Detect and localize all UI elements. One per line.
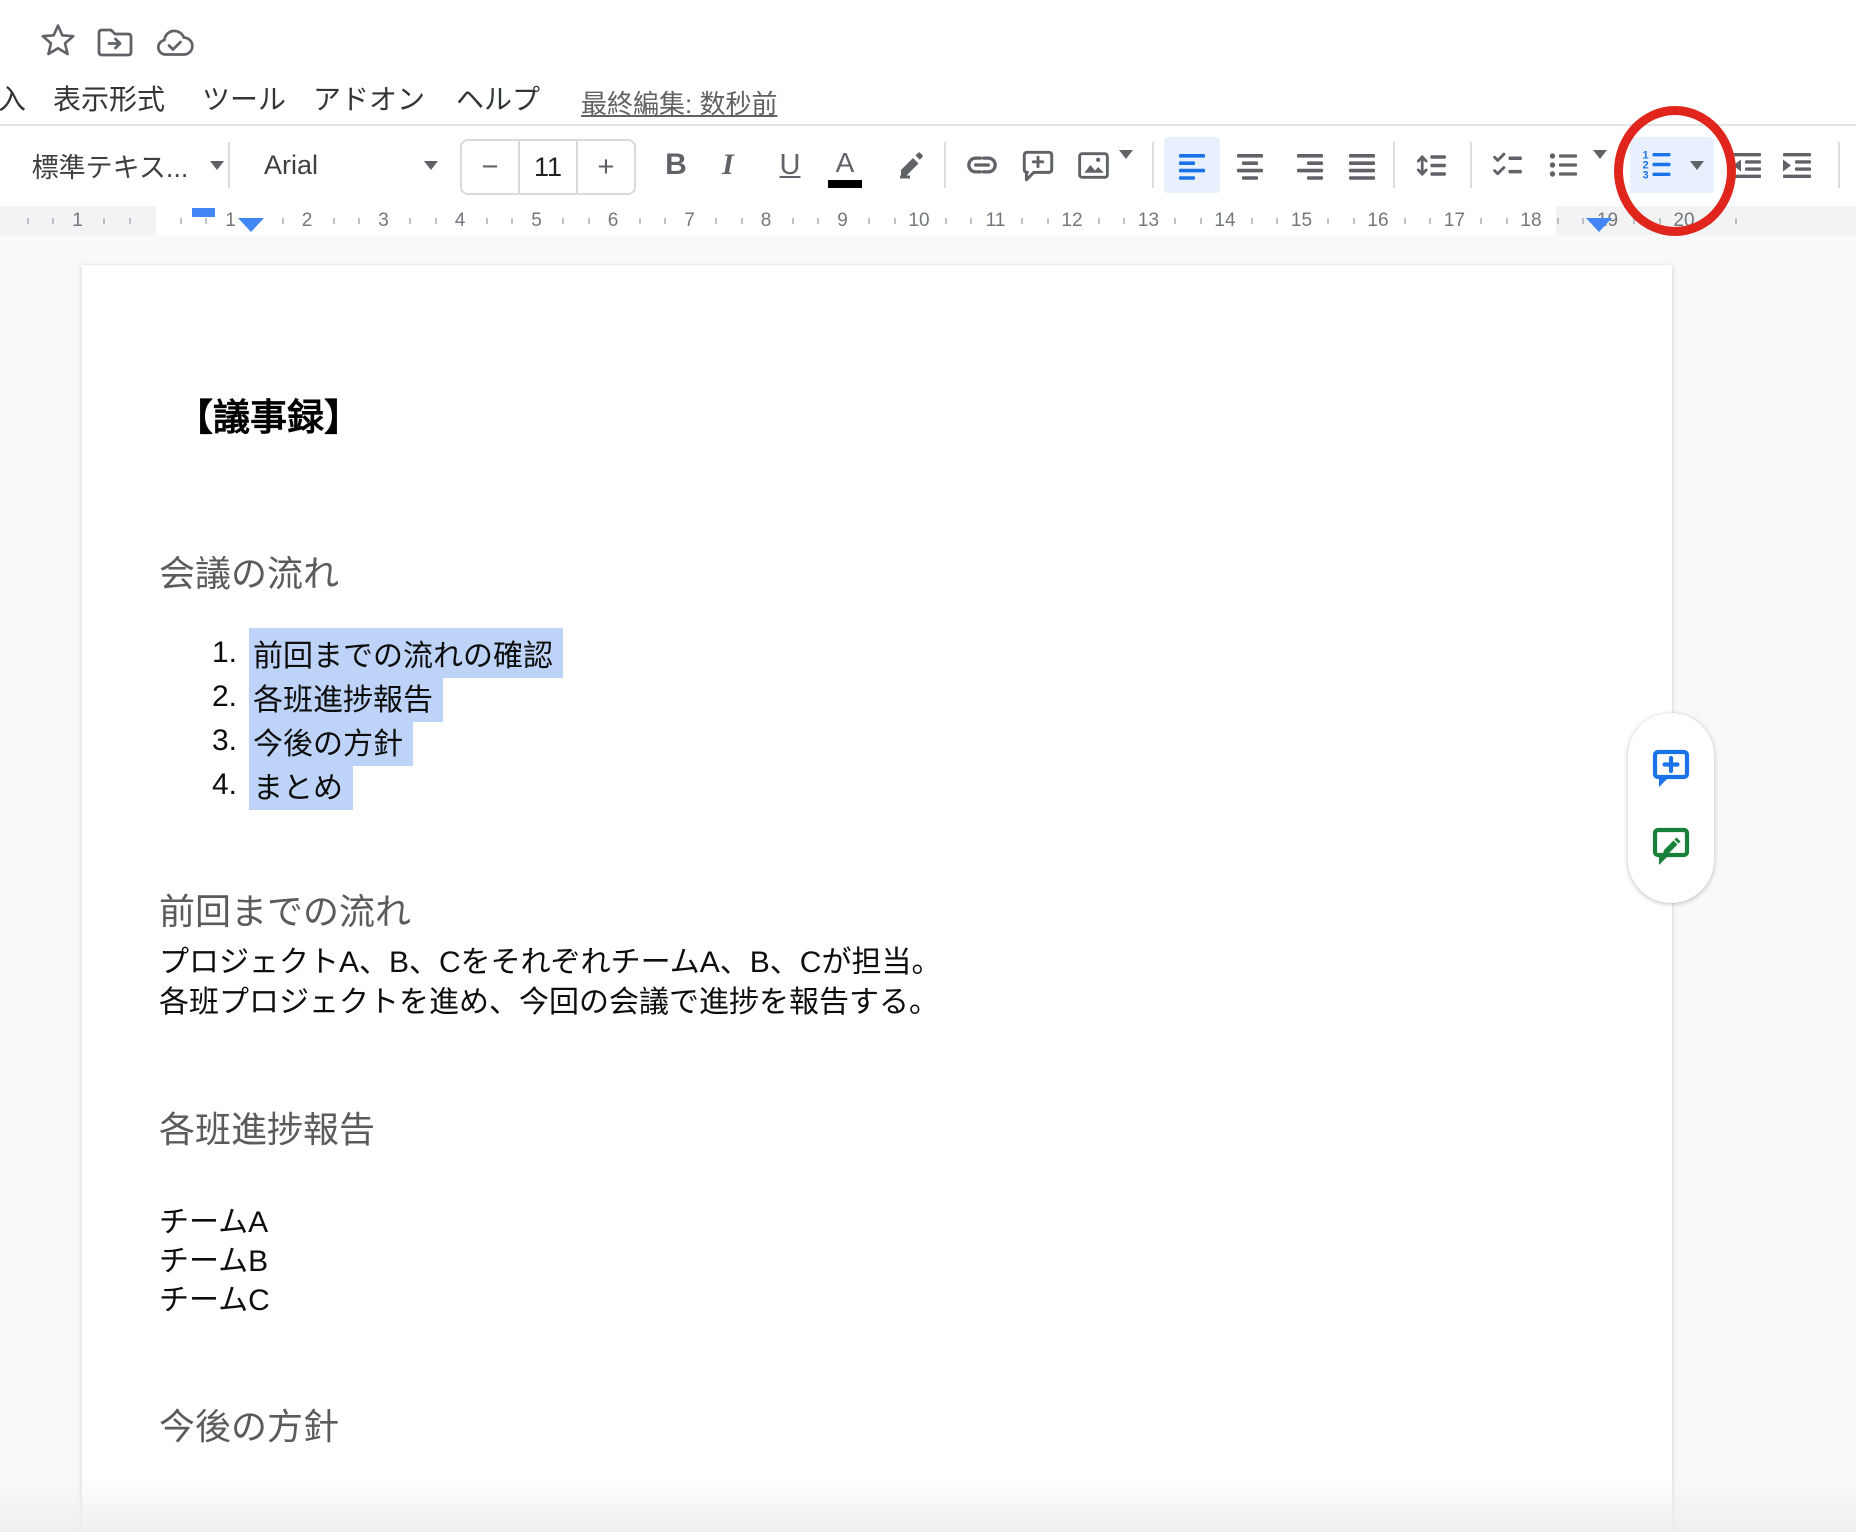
team-line[interactable]: チームA <box>159 1197 268 1241</box>
align-center-button[interactable] <box>1224 137 1276 193</box>
selected-text: 各班進捗報告 <box>249 672 443 722</box>
toolbar-divider <box>1393 142 1395 188</box>
annotation-circle <box>1614 106 1736 236</box>
italic-button[interactable]: I <box>704 137 752 193</box>
list-item[interactable]: 4. まとめ <box>82 763 982 807</box>
increase-font-size-button[interactable]: + <box>578 151 634 184</box>
team-line[interactable]: チームC <box>159 1275 270 1319</box>
doc-title[interactable]: 【議事録】 <box>176 387 361 441</box>
increase-indent-button[interactable] <box>1772 137 1822 193</box>
floating-action-capsule <box>1628 713 1714 903</box>
font-size-group: − 11 + <box>460 139 636 195</box>
heading-policy[interactable]: 今後の方針 <box>159 1398 339 1450</box>
align-justify-button[interactable] <box>1336 137 1388 193</box>
toolbar: 標準テキス... Arial − 11 + B I U A <box>0 124 1856 208</box>
ruler: 11234567891011121314151617181920 <box>0 206 1856 236</box>
toolbar-divider <box>1838 142 1840 188</box>
toolbar-divider <box>944 142 946 188</box>
underline-button[interactable]: U <box>766 137 814 193</box>
menu-item-addons[interactable]: アドオン <box>313 82 425 118</box>
add-comment-float-button[interactable] <box>1647 745 1695 793</box>
first-line-indent-marker[interactable] <box>192 208 215 217</box>
highlight-color-button[interactable] <box>884 137 936 193</box>
app-chrome: 入 表示形式 ツール アドオン ヘルプ 最終編集: 数秒前 <box>0 0 1856 124</box>
text-color-button[interactable]: A <box>820 137 870 193</box>
list-item[interactable]: 1. 前回までの流れの確認 <box>82 631 982 675</box>
list-item[interactable]: 2. 各班進捗報告 <box>82 675 982 719</box>
add-comment-button[interactable] <box>1012 137 1064 193</box>
paragraph-style-selector[interactable]: 標準テキス... <box>30 137 226 193</box>
font-value: Arial <box>264 150 318 181</box>
chevron-down-icon <box>424 161 438 170</box>
line-spacing-button[interactable] <box>1406 137 1458 193</box>
font-selector[interactable]: Arial <box>254 137 442 193</box>
cloud-saved-icon[interactable] <box>154 27 196 59</box>
bulleted-list-button[interactable] <box>1540 137 1588 193</box>
suggest-edits-button[interactable] <box>1647 823 1695 871</box>
insert-image-button[interactable] <box>1068 137 1118 193</box>
heading-previous[interactable]: 前回までの流れ <box>159 883 411 935</box>
image-options-chevron[interactable] <box>1119 159 1133 177</box>
right-indent-marker[interactable] <box>1586 218 1612 232</box>
last-edit-link[interactable]: 最終編集: 数秒前 <box>581 84 777 121</box>
selected-text: 今後の方針 <box>249 716 413 766</box>
paragraph-line[interactable]: 各班プロジェクトを進め、今回の会議で進捗を報告する。 <box>159 977 939 1021</box>
toolbar-divider <box>1152 142 1154 188</box>
selected-text: まとめ <box>249 760 353 810</box>
document-canvas: 【議事録】 会議の流れ 1. 前回までの流れの確認 2. 各班進捗報告 3. 今… <box>0 235 1856 1532</box>
toolbar-divider <box>1470 142 1472 188</box>
team-line[interactable]: チームB <box>159 1236 268 1280</box>
list-item[interactable]: 3. 今後の方針 <box>82 719 982 763</box>
menu-item-tools[interactable]: ツール <box>202 82 286 118</box>
toolbar-divider <box>228 142 230 188</box>
menu-item-help[interactable]: ヘルプ <box>456 82 540 118</box>
bulleted-list-options-chevron[interactable] <box>1593 159 1607 177</box>
heading-agenda[interactable]: 会議の流れ <box>159 545 339 597</box>
paragraph-style-value: 標準テキス... <box>32 146 189 185</box>
document-page[interactable]: 【議事録】 会議の流れ 1. 前回までの流れの確認 2. 各班進捗報告 3. 今… <box>82 265 1672 1532</box>
menu-item-format[interactable]: 表示形式 <box>53 82 165 118</box>
menu-item-insert-partial[interactable]: 入 <box>0 82 26 118</box>
insert-link-button[interactable] <box>956 137 1008 193</box>
bold-button[interactable]: B <box>652 137 700 193</box>
left-indent-marker[interactable] <box>238 218 264 232</box>
star-icon[interactable] <box>40 22 76 58</box>
decrease-font-size-button[interactable]: − <box>462 151 518 184</box>
checklist-button[interactable] <box>1482 137 1534 193</box>
align-right-button[interactable] <box>1284 137 1336 193</box>
align-left-button[interactable] <box>1164 137 1220 193</box>
chevron-down-icon <box>210 161 224 170</box>
paragraph-line[interactable]: プロジェクトA、B、CをそれぞれチームA、B、Cが担当。 <box>159 937 941 981</box>
font-size-value[interactable]: 11 <box>520 152 576 183</box>
current-text-color-swatch <box>828 180 862 188</box>
agenda-list: 1. 前回までの流れの確認 2. 各班進捗報告 3. 今後の方針 4. まとめ <box>82 631 982 807</box>
move-folder-icon[interactable] <box>96 26 134 58</box>
heading-progress[interactable]: 各班進捗報告 <box>159 1101 375 1153</box>
selected-text: 前回までの流れの確認 <box>249 628 563 678</box>
